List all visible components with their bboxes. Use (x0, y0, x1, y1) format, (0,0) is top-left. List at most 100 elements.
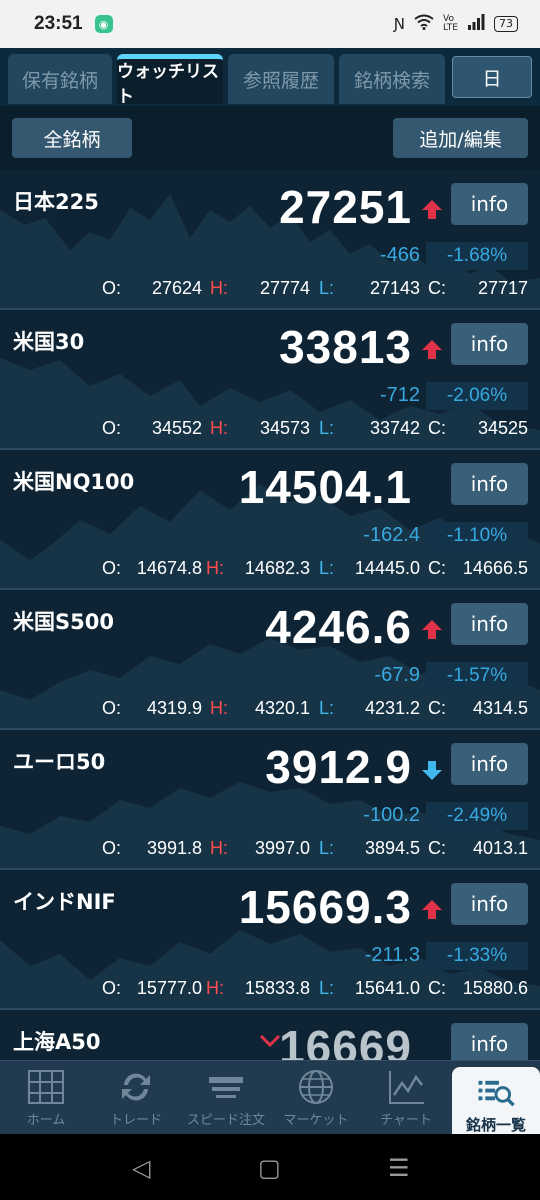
high-label: H: (210, 838, 228, 858)
price-value: 3912.9 (265, 741, 412, 793)
info-button[interactable]: info (451, 1023, 528, 1060)
low-label: L: (319, 558, 335, 578)
low-value: 33742 (369, 418, 420, 438)
change-percent: -1.33% (426, 942, 528, 970)
change-percent: -1.10% (426, 522, 528, 550)
change-value: -712 (379, 384, 420, 406)
open-value: 14674.8 (136, 558, 202, 578)
list-item[interactable]: 米国NQ100 14504.1 info -162.4 -1.10% O: 14… (0, 450, 540, 590)
change-value: -67.9 (374, 664, 420, 686)
ohlc-line: O: 34552 H: 34573 L: 33742 C: 34525 (0, 418, 540, 444)
list-item[interactable]: 米国S500 4246.6 info -67.9 -1.57% O: 4319.… (0, 590, 540, 730)
open-value: 4319.9 (146, 698, 202, 718)
symbol-name: 米国S500 (13, 610, 114, 634)
high-value: 14682.3 (244, 558, 310, 578)
info-button[interactable]: info (451, 883, 528, 925)
nav-trade-label: トレード (109, 1113, 162, 1128)
high-label: H: (210, 278, 228, 298)
change-value: -211.3 (364, 944, 420, 966)
up-arrow-icon (422, 340, 442, 359)
tab-holdings[interactable]: 保有銘柄 (8, 54, 112, 104)
all-symbols-button[interactable]: 全銘柄 (12, 118, 132, 158)
day-button[interactable]: 日 (452, 56, 532, 98)
bottom-nav: ホーム トレード スピード注文 マーケット チャート 銘柄一覧 (0, 1060, 540, 1135)
wifi-icon (414, 14, 434, 34)
toolbar: 全銘柄 追加/編集 (0, 106, 540, 170)
high-label: H: (206, 978, 224, 998)
nav-chart-label: チャート (380, 1113, 432, 1128)
change-value: -466 (379, 244, 420, 266)
up-arrow-icon (422, 200, 442, 219)
close-label: C: (428, 418, 446, 438)
info-button[interactable]: info (451, 603, 528, 645)
open-label: O: (102, 698, 122, 718)
close-value: 27717 (477, 278, 528, 298)
symbol-name: インドNIF (13, 890, 116, 914)
price-value: 27251 (279, 181, 412, 233)
tab-watchlist[interactable]: ウォッチリスト (117, 54, 223, 107)
home-icon[interactable]: ▢ (258, 1154, 281, 1182)
nav-home-label: ホーム (26, 1113, 66, 1128)
high-value: 34573 (259, 418, 310, 438)
price-value: 33813 (279, 321, 412, 373)
nav-trade[interactable]: トレード (92, 1061, 180, 1135)
ohlc-line: O: 4319.9 H: 4320.1 L: 4231.2 C: 4314.5 (0, 698, 540, 724)
up-arrow-icon (422, 900, 442, 919)
info-button[interactable]: info (451, 183, 528, 225)
nav-home[interactable]: ホーム (2, 1061, 90, 1135)
symbol-name: 上海A50 (13, 1030, 101, 1054)
up-arrow-icon (422, 620, 442, 639)
nav-chart[interactable]: チャート (362, 1061, 450, 1135)
tab-bar: 保有銘柄 ウォッチリスト 参照履歴 銘柄検索 日 (0, 48, 540, 107)
nav-speed-label: スピード注文 (186, 1113, 265, 1128)
add-edit-button[interactable]: 追加/編集 (393, 118, 528, 158)
list-item[interactable]: 米国30 33813 info -712 -2.06% O: 34552 H: … (0, 310, 540, 450)
ohlc-line: O: 27624 H: 27774 L: 27143 C: 27717 (0, 278, 540, 304)
nav-market[interactable]: マーケット (272, 1061, 360, 1135)
app-notification-icon: ◉ (94, 15, 113, 33)
list-item[interactable]: 上海A50 16669 info (0, 1010, 540, 1060)
list-item[interactable]: ユーロ50 3912.9 info -100.2 -2.49% O: 3991.… (0, 730, 540, 870)
signal-icon (467, 14, 485, 34)
change-value: -100.2 (363, 804, 420, 826)
symbol-name: 米国NQ100 (13, 470, 135, 494)
list-item[interactable]: 日本225 27251 info -466 -1.68% O: 27624 H:… (0, 170, 540, 310)
change-percent: -2.06% (426, 382, 528, 410)
nav-speed-order[interactable]: スピード注文 (182, 1061, 270, 1135)
high-value: 3997.0 (254, 838, 310, 858)
speed-icon (209, 1077, 243, 1098)
status-icons: Ɲ Vo LTE 73 (394, 14, 518, 34)
price-value: 14504.1 (238, 461, 412, 513)
home-grid-icon (28, 1070, 64, 1104)
info-button[interactable]: info (451, 463, 528, 505)
price-value: 16669 (279, 1021, 412, 1060)
volte-icon: Vo LTE (443, 14, 458, 33)
tab-history[interactable]: 参照履歴 (228, 54, 334, 104)
watchlist: 日本225 27251 info -466 -1.68% O: 27624 H:… (0, 170, 540, 1060)
symbol-name: ユーロ50 (13, 750, 106, 774)
close-label: C: (428, 278, 446, 298)
back-icon[interactable]: ◁ (132, 1154, 150, 1182)
trade-arrows-icon (122, 1073, 150, 1101)
status-time: 23:51 (34, 13, 83, 34)
nav-market-label: マーケット (283, 1113, 349, 1128)
open-label: O: (102, 838, 122, 858)
open-value: 15777.0 (136, 978, 202, 998)
nav-symbol-list[interactable]: 銘柄一覧 (452, 1067, 540, 1135)
high-value: 4320.1 (254, 698, 310, 718)
battery-icon: 73 (494, 16, 518, 32)
list-item[interactable]: インドNIF 15669.3 info -211.3 -1.33% O: 157… (0, 870, 540, 1010)
change-percent: -1.68% (426, 242, 528, 270)
recents-icon[interactable]: ☰ (388, 1154, 410, 1182)
change-percent: -2.49% (426, 802, 528, 830)
high-label: H: (210, 698, 228, 718)
price-value: 15669.3 (238, 881, 412, 933)
tab-search[interactable]: 銘柄検索 (339, 54, 445, 104)
globe-icon (299, 1070, 333, 1104)
open-label: O: (102, 418, 122, 438)
close-label: C: (428, 698, 446, 718)
info-button[interactable]: info (451, 743, 528, 785)
high-label: H: (206, 558, 224, 578)
close-value: 34525 (477, 418, 528, 438)
info-button[interactable]: info (451, 323, 528, 365)
